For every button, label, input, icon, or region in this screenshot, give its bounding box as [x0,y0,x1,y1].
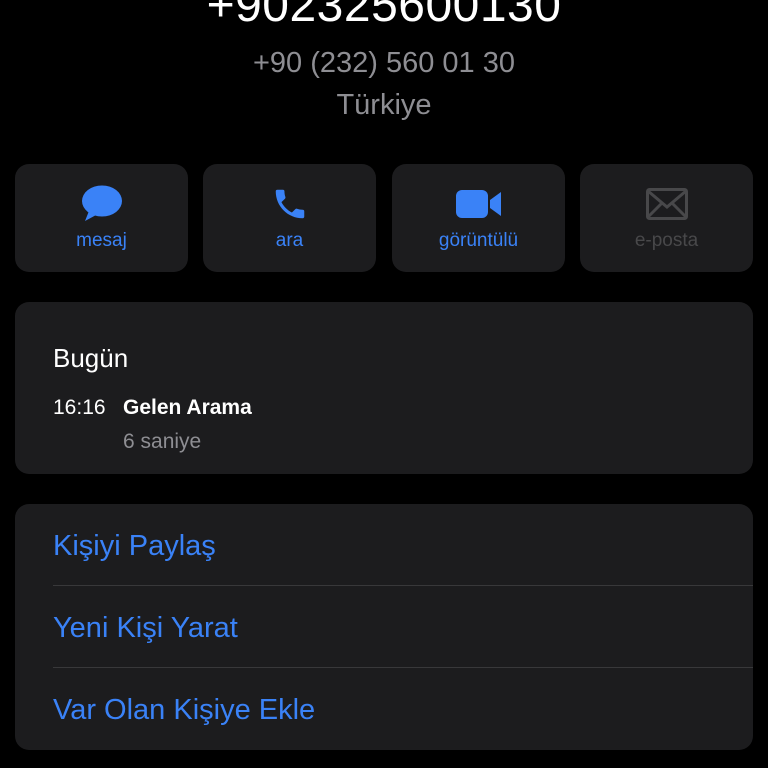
call-type: Gelen Arama [123,396,252,419]
share-contact-label: Kişiyi Paylaş [53,530,216,562]
email-button[interactable]: e-posta [580,164,753,272]
add-to-existing-contact-label: Var Olan Kişiye Ekle [53,694,316,726]
envelope-icon [580,184,753,224]
call-time: 16:16 [53,396,106,419]
message-button[interactable]: mesaj [15,164,188,272]
quick-actions: mesaj ara görüntülü e-posta [15,164,753,272]
call-history-card: Bugün 16:16 Gelen Arama 6 saniye [15,302,753,474]
call-duration: 6 saniye [123,430,202,453]
video-call-button[interactable]: görüntülü [392,164,565,272]
contact-options-card: Kişiyi Paylaş Yeni Kişi Yarat Var Olan K… [15,504,753,750]
message-label: mesaj [76,230,127,251]
create-new-contact-button[interactable]: Yeni Kişi Yarat [15,586,753,668]
video-call-label: görüntülü [438,230,519,251]
formatted-phone-number: +90 (232) 560 01 30 [252,47,516,79]
phone-icon [203,184,376,224]
call-history-day: Bugün [53,343,129,373]
share-contact-button[interactable]: Kişiyi Paylaş [15,504,753,586]
create-new-contact-label: Yeni Kişi Yarat [53,612,238,644]
phone-number-title: +902325600130 [206,0,562,32]
add-to-existing-contact-button[interactable]: Var Olan Kişiye Ekle [15,668,753,750]
country-label: Türkiye [336,89,432,121]
email-label: e-posta [634,230,699,251]
call-button[interactable]: ara [203,164,376,272]
call-label: ara [275,230,304,251]
message-bubble-icon [15,184,188,224]
video-camera-icon [392,184,565,224]
